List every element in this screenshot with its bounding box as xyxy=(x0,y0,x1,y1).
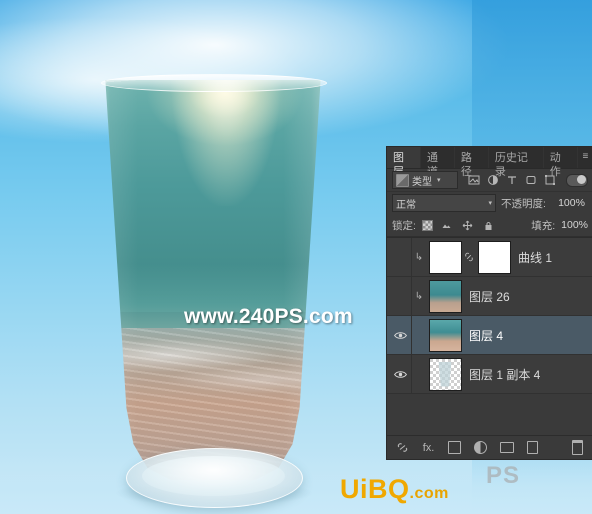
layer-name-26: 图层 26 xyxy=(469,289,510,304)
opacity-value[interactable]: 100% xyxy=(551,197,585,209)
blend-mode-value: 正常 xyxy=(396,199,416,211)
layers-panel: 图层 通道 路径 历史记录 动作 ≡ 类型 ▾ xyxy=(386,146,592,460)
lock-row: 锁定: 填充: 100% xyxy=(387,214,592,237)
glass-base-inner xyxy=(142,456,285,496)
tab-channels[interactable]: 通道 xyxy=(421,147,455,178)
layer-visibility-toggle-copy4[interactable] xyxy=(389,355,412,393)
layer-name-copy4: 图层 1 副本 4 xyxy=(469,367,541,382)
tab-paths[interactable]: 路径 xyxy=(455,147,489,178)
lock-all-icon[interactable] xyxy=(482,218,496,232)
table-row[interactable]: ↳ 曲线 1 xyxy=(387,238,592,277)
layer-visibility-toggle-4[interactable] xyxy=(389,316,412,354)
add-mask-icon[interactable] xyxy=(447,440,462,455)
layer-name-4: 图层 4 xyxy=(469,328,504,343)
glass-sheen xyxy=(105,80,321,480)
chevron-down-icon: ▾ xyxy=(437,177,441,184)
tab-layers[interactable]: 图层 xyxy=(387,147,421,178)
lock-position-icon[interactable] xyxy=(461,218,475,232)
chevron-down-icon-blend: ▾ xyxy=(488,200,492,207)
watermark-site-main: UiBQ xyxy=(340,474,410,504)
shape-filter-icon[interactable] xyxy=(524,173,538,187)
layer-kind-icon xyxy=(396,173,409,187)
screenshot-root: www.240PS.com PS UiBQ.com 图层 通道 路径 历史记录 … xyxy=(0,0,592,514)
watermark-ps: PS xyxy=(486,462,521,489)
eye-icon xyxy=(393,331,407,340)
type-filter-icon[interactable] xyxy=(505,173,519,187)
glass-rim xyxy=(101,74,327,92)
clipping-indicator-curves: ↳ xyxy=(414,251,424,263)
filter-kind-label: 类型 xyxy=(412,176,432,188)
lock-label: 锁定: xyxy=(392,219,416,232)
layers-list: ↳ 曲线 1 ↳ 图层 26 图层 4 图层 1 副本 4 xyxy=(387,237,592,394)
new-fill-adjustment-icon[interactable] xyxy=(473,440,488,455)
lock-transparent-icon[interactable] xyxy=(421,219,433,231)
layer-thumbnail-copy4[interactable] xyxy=(429,357,462,391)
pixel-filter-icon[interactable] xyxy=(467,173,481,187)
clipping-indicator-26: ↳ xyxy=(414,290,424,302)
layer-style-fx-icon[interactable]: fx. xyxy=(421,440,436,455)
delete-layer-icon[interactable] xyxy=(570,440,585,455)
tab-actions[interactable]: 动作 xyxy=(544,147,578,178)
layer-thumbnail-4[interactable] xyxy=(429,318,462,352)
tab-history[interactable]: 历史记录 xyxy=(489,147,544,178)
layer-visibility-toggle-26[interactable] xyxy=(389,277,412,315)
link-layers-icon[interactable] xyxy=(395,440,410,455)
adjustment-filter-icon[interactable] xyxy=(486,173,500,187)
layer-mask-thumbnail-curves[interactable] xyxy=(478,240,511,274)
watermark-site-sub: .com xyxy=(409,485,449,502)
glass-composite xyxy=(96,74,336,508)
layer-thumbnail-curves[interactable] xyxy=(429,240,462,274)
fill-label: 填充: xyxy=(531,219,556,232)
new-layer-icon[interactable] xyxy=(525,440,540,455)
smart-object-filter-icon[interactable] xyxy=(543,173,557,187)
link-icon-curves[interactable] xyxy=(462,252,476,262)
blend-mode-select[interactable]: 正常 ▾ xyxy=(392,194,496,212)
fill-value[interactable]: 100% xyxy=(561,219,588,231)
layer-thumbnail-26[interactable] xyxy=(429,279,462,313)
opacity-label: 不透明度: xyxy=(501,197,546,210)
lock-image-icon[interactable] xyxy=(440,218,454,232)
filter-enable-toggle[interactable] xyxy=(566,173,588,187)
layer-visibility-toggle-curves[interactable] xyxy=(389,238,412,276)
glass-interior xyxy=(105,80,321,480)
watermark-url: www.240PS.com xyxy=(184,305,353,328)
blend-mode-row: 正常 ▾ 不透明度: 100% xyxy=(387,192,592,214)
filter-kind-select[interactable]: 类型 ▾ xyxy=(392,171,458,189)
table-row[interactable]: 图层 4 xyxy=(387,316,592,355)
watermark-site: UiBQ.com xyxy=(340,474,449,505)
panel-tab-bar: 图层 通道 路径 历史记录 动作 ≡ xyxy=(387,147,592,178)
panel-bottom-toolbar: fx. xyxy=(387,435,592,459)
filter-row: 类型 ▾ xyxy=(387,169,592,192)
new-group-icon[interactable] xyxy=(499,440,514,455)
lock-icon-group xyxy=(421,218,496,232)
layer-name-curves: 曲线 1 xyxy=(518,250,553,265)
filter-icon-group xyxy=(467,173,557,187)
table-row[interactable]: 图层 1 副本 4 xyxy=(387,355,592,394)
eye-icon xyxy=(393,370,407,379)
table-row[interactable]: ↳ 图层 26 xyxy=(387,277,592,316)
panel-menu-icon[interactable]: ≡ xyxy=(578,147,592,168)
